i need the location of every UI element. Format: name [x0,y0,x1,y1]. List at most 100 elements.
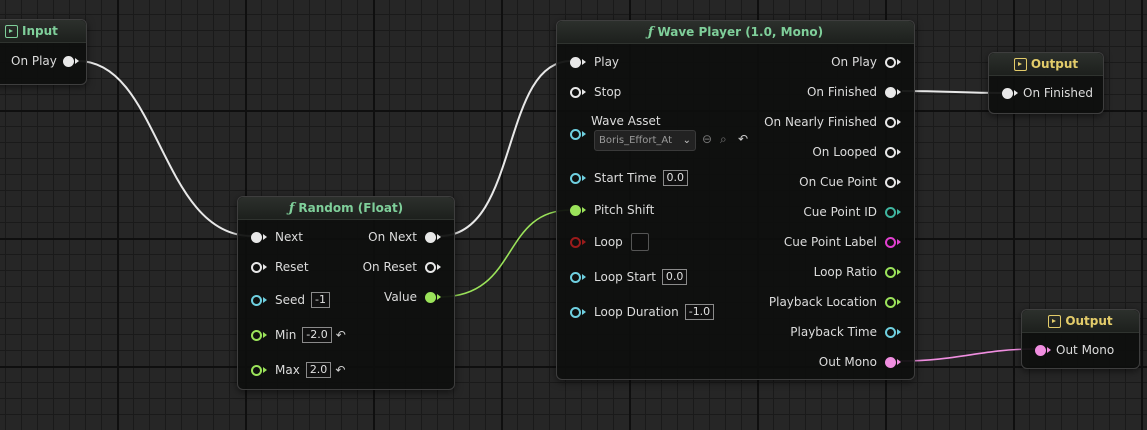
exec-input-pin-icon[interactable] [251,231,262,243]
wave-pin-cue-point-label[interactable]: Cue Point Label [784,234,901,250]
wave-pin-playback-location-label: Playback Location [768,295,877,309]
min-value-field[interactable]: -2.0 [302,327,332,343]
exec-output-pin-icon[interactable] [425,261,436,273]
output-arrow-icon [1013,57,1027,71]
loop-checkbox[interactable] [630,233,649,251]
wave-asset-dropdown[interactable]: Boris_Effort_At ⌄ [594,130,696,151]
function-f-icon: ƒ [647,24,654,40]
output-mono-title: Output [1065,314,1113,328]
exec-input-pin-icon[interactable] [570,56,581,68]
exec-arrow-icon [437,234,441,240]
wave-pin-on-cue-point[interactable]: On Cue Point [799,174,901,190]
chevron-down-icon: ⌄ [682,135,691,146]
wave-player-node-header[interactable]: ƒ Wave Player (1.0, Mono) [557,21,914,44]
exec-input-pin-icon[interactable] [570,86,581,98]
wave-pin-start-time[interactable]: Start Time 0.0 [570,170,688,186]
reset-arrow-icon[interactable]: ↶ [335,363,345,377]
output-mono-header[interactable]: Output [1022,310,1139,333]
time-input-pin-icon[interactable] [570,271,581,283]
exec-input-pin-icon[interactable] [251,261,262,273]
wave-pin-on-play[interactable]: On Play [831,54,901,70]
wave-pin-on-looped[interactable]: On Looped [812,144,901,160]
float-input-pin-icon[interactable] [570,204,581,216]
exec-output-pin-icon[interactable] [885,146,896,158]
wave-pin-playback-location[interactable]: Playback Location [769,294,901,310]
exec-output-pin-icon[interactable] [885,86,896,98]
int-output-pin-icon[interactable] [885,206,896,218]
output-finished-title: Output [1030,57,1079,71]
exec-output-pin-icon[interactable] [425,231,436,243]
wire-wave-outmono-to-output[interactable] [898,348,1037,362]
reset-arrow-icon[interactable]: ↶ [738,132,748,146]
random-node-header[interactable]: ƒ Random (Float) [238,197,454,220]
output-pin-out-mono[interactable]: Out Mono [1035,342,1114,358]
string-output-pin-icon[interactable] [885,236,896,248]
audio-input-pin-icon[interactable] [1035,344,1046,356]
float-input-pin-icon[interactable] [251,364,262,376]
random-pin-on-next[interactable]: On Next [368,229,441,245]
wave-pin-cue-point-label-label: Cue Point Label [783,235,877,249]
seed-value-field[interactable]: -1 [311,292,330,308]
exec-output-pin-icon[interactable] [885,56,896,68]
input-node-header[interactable]: Input [0,20,86,43]
search-icon[interactable]: ⌕ [720,132,727,147]
wave-pin-loop-ratio[interactable]: Loop Ratio [814,264,901,280]
bool-input-pin-icon[interactable] [570,236,581,248]
float-output-pin-icon[interactable] [885,296,896,308]
loop-duration-field[interactable]: -1.0 [684,304,715,320]
time-output-pin-icon[interactable] [885,326,896,338]
random-pin-next[interactable]: Next [251,229,303,245]
asset-input-pin-icon[interactable] [570,128,581,140]
output-finished-node[interactable]: Output On Finished [988,52,1104,114]
wave-pin-loop-duration[interactable]: Loop Duration -1.0 [570,304,715,320]
function-f-icon: ƒ [288,200,295,216]
pin-arrow-icon [263,367,267,373]
wire-input-onplay-to-random-next[interactable] [77,60,253,237]
wave-pin-out-mono[interactable]: Out Mono [819,354,901,370]
wave-pin-asset[interactable] [570,126,586,142]
wave-player-node[interactable]: ƒ Wave Player (1.0, Mono) Play Stop Wave… [556,20,915,380]
wave-pin-play[interactable]: Play [570,54,619,70]
output-finished-header[interactable]: Output [989,53,1103,76]
audio-output-pin-icon[interactable] [885,356,896,368]
wave-pin-loop-start[interactable]: Loop Start 0.0 [570,269,688,285]
random-pin-seed[interactable]: Seed -1 [251,292,330,308]
wave-pin-cue-point-id[interactable]: Cue Point ID [803,204,901,220]
wave-pin-on-nearly-finished[interactable]: On Nearly Finished [764,114,901,130]
output-mono-node[interactable]: Output Out Mono [1021,309,1140,369]
input-pin-on-play[interactable]: On Play [11,53,79,69]
reset-arrow-icon[interactable]: ↶ [336,328,346,342]
time-input-pin-icon[interactable] [570,306,581,318]
random-float-node[interactable]: ƒ Random (Float) Next Reset Seed -1 Min … [237,196,455,390]
random-pin-value-label: Value [384,290,417,304]
input-node[interactable]: Input On Play [0,19,87,85]
int-input-pin-icon[interactable] [251,294,262,306]
wave-pin-playback-time[interactable]: Playback Time [790,324,901,340]
browse-asset-icon[interactable]: ⊖ [702,132,712,146]
exec-input-pin-icon[interactable] [1002,87,1013,99]
float-output-pin-icon[interactable] [885,266,896,278]
float-output-pin-icon[interactable] [425,291,436,303]
wire-random-value-to-wave-pitch[interactable] [439,209,572,298]
start-time-field[interactable]: 0.0 [662,170,688,186]
exec-output-pin-icon[interactable] [885,176,896,188]
random-pin-reset[interactable]: Reset [251,259,309,275]
wave-pin-loop[interactable]: Loop [570,233,649,251]
max-value-field[interactable]: 2.0 [305,362,332,378]
loop-start-field[interactable]: 0.0 [661,269,688,285]
random-pin-on-reset[interactable]: On Reset [363,259,441,275]
random-pin-min[interactable]: Min -2.0 ↶ [251,327,346,343]
wave-pin-pitch-shift-label: Pitch Shift [594,203,655,217]
time-input-pin-icon[interactable] [570,172,581,184]
wave-pin-stop[interactable]: Stop [570,84,621,100]
random-pin-on-reset-label: On Reset [362,260,417,274]
wave-pin-on-finished[interactable]: On Finished [807,84,901,100]
float-input-pin-icon[interactable] [251,329,262,341]
wire-random-onnext-to-wave-play[interactable] [439,60,572,237]
exec-output-pin-icon[interactable] [885,116,896,128]
wave-pin-pitch-shift[interactable]: Pitch Shift [570,202,654,218]
random-pin-max[interactable]: Max 2.0 ↶ [251,362,345,378]
random-pin-value[interactable]: Value [384,289,441,305]
output-pin-on-finished[interactable]: On Finished [1002,85,1093,101]
exec-output-pin-icon[interactable] [62,55,74,67]
